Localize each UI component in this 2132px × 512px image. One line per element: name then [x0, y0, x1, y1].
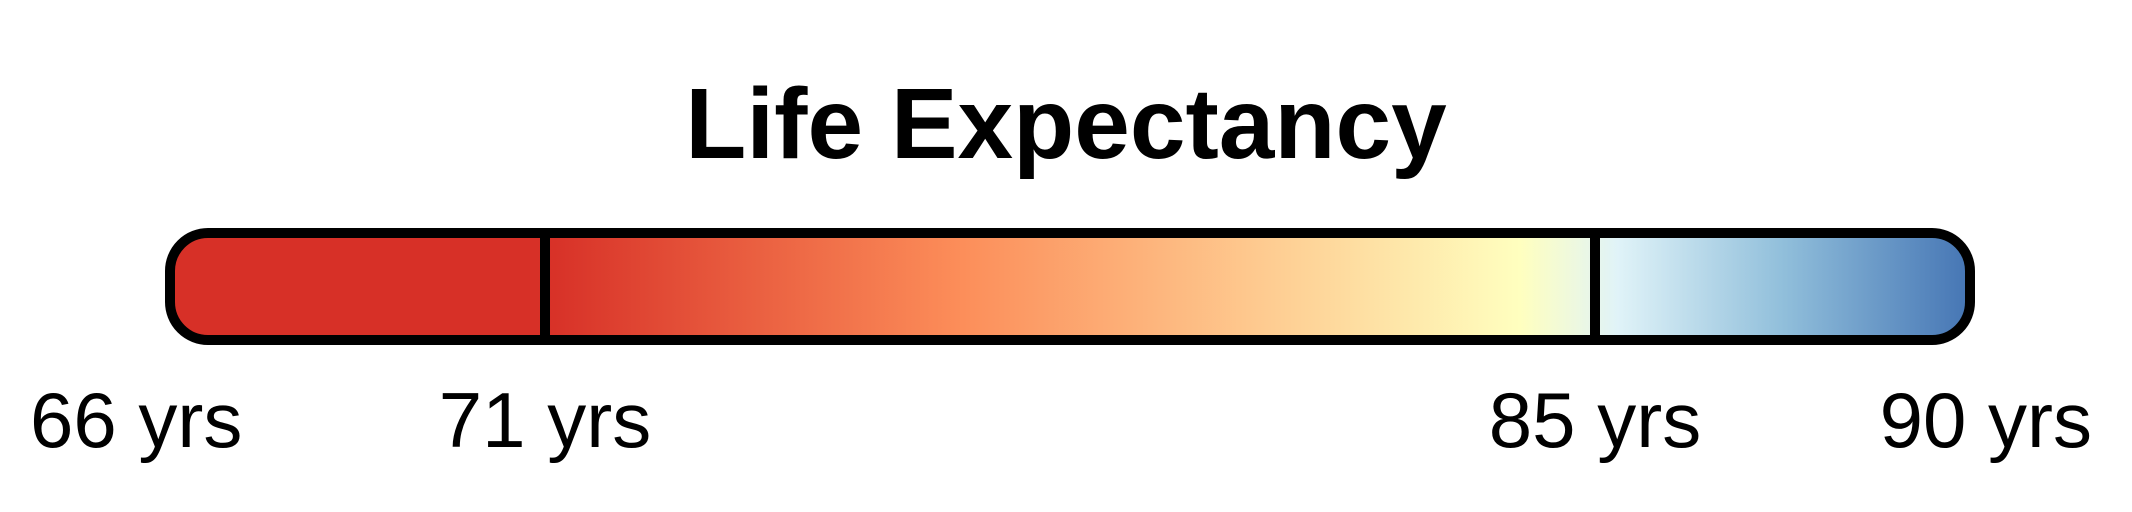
tick-label-66: 66 yrs — [30, 376, 242, 464]
tick-label-90: 90 yrs — [1880, 376, 2092, 464]
life-expectancy-legend: Life Expectancy 66 yrs 71 yrs 85 yrs 90 yrs — [30, 68, 2092, 464]
legend-title: Life Expectancy — [685, 68, 1447, 180]
color-bar — [165, 228, 1975, 345]
tick-label-71: 71 yrs — [439, 376, 651, 464]
tick-labels: 66 yrs 71 yrs 85 yrs 90 yrs — [30, 376, 2092, 464]
tick-label-85: 85 yrs — [1489, 376, 1701, 464]
color-bar-fill — [170, 233, 1970, 340]
